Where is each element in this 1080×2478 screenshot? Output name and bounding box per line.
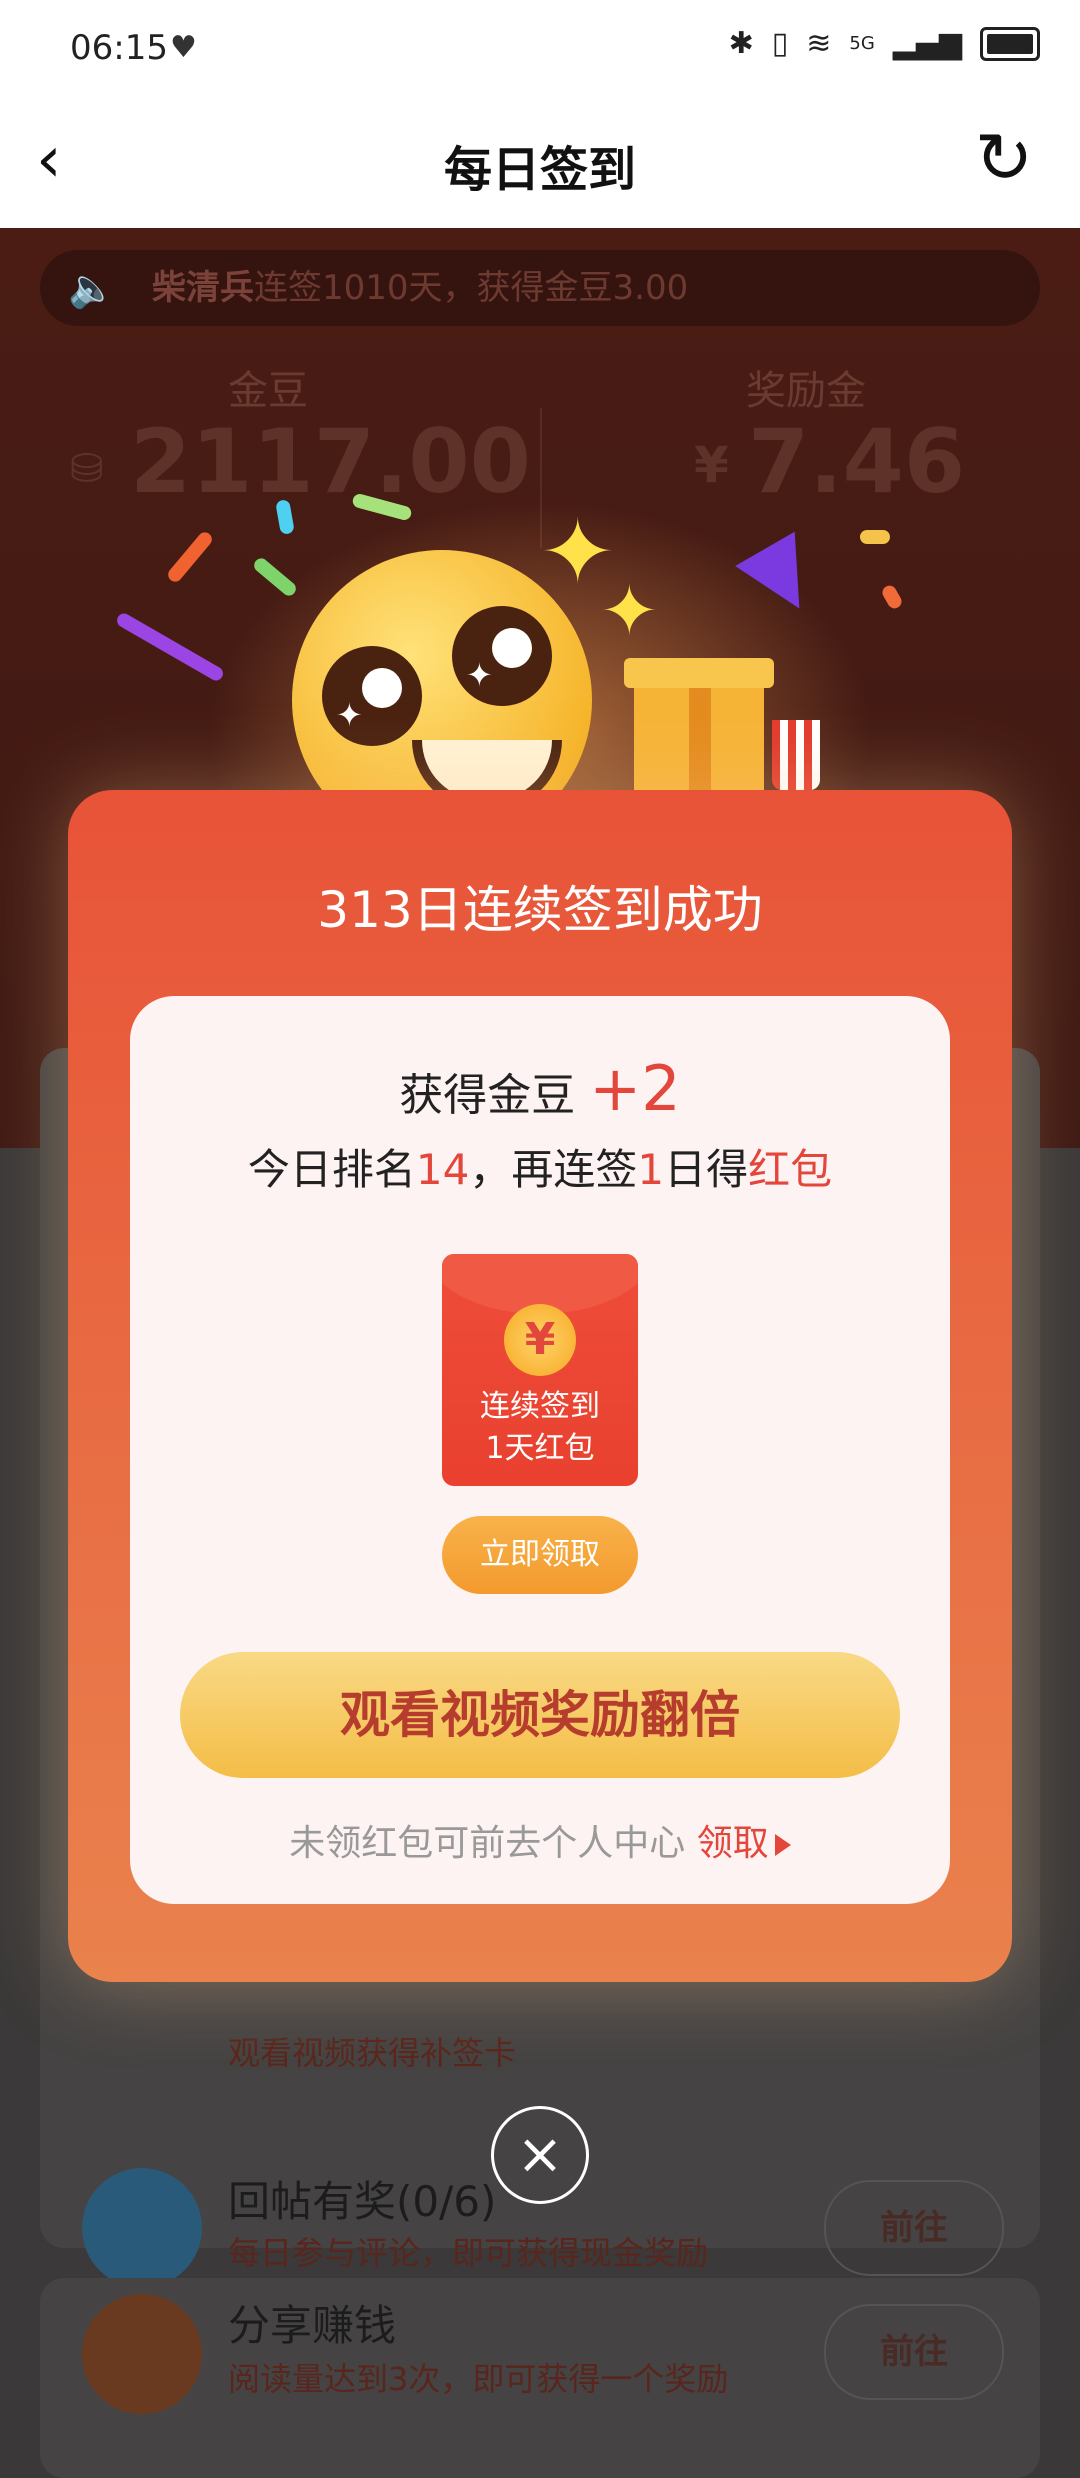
days-suffix: 日得 xyxy=(664,1145,749,1194)
status-bar: 06:15 ♥ ✱ ▯ ≋ 5G ▂▄▆ xyxy=(0,0,1080,100)
streak-days: 1 xyxy=(637,1145,665,1194)
reward-prefix: 获得金豆 xyxy=(399,1070,590,1121)
claim-now-button[interactable]: 立即领取 xyxy=(442,1516,638,1594)
eye: ✦ xyxy=(322,646,422,746)
play-arrow-icon xyxy=(774,1834,791,1856)
reward-line: 获得金豆 +2 xyxy=(130,1052,950,1125)
announcement-ticker: 🔈 柴清兵连签1010天，获得金豆3.00 xyxy=(40,250,1040,326)
eye: ✦ xyxy=(452,606,552,706)
comment-task-icon xyxy=(82,2168,202,2288)
speaker-icon: 🔈 xyxy=(68,266,116,310)
envelope-line-2: 1天红包 xyxy=(485,1431,595,1466)
checkin-success-dialog: 313日连续签到成功 获得金豆 +2 今日排名14，再连签1日得红包 ¥ 连续签… xyxy=(68,790,1012,1982)
close-icon[interactable]: × xyxy=(491,2106,589,2204)
reward-amount: +2 xyxy=(589,1052,681,1125)
popcorn-icon xyxy=(772,720,820,790)
task-title: 回帖有奖(0/6) xyxy=(228,2177,497,2226)
watch-video-double-button[interactable]: 观看视频奖励翻倍 xyxy=(180,1652,900,1778)
footer-link-label: 领取 xyxy=(696,1823,769,1864)
gift-box-icon xyxy=(624,658,774,800)
status-time: 06:15 xyxy=(70,28,168,68)
red-packet-label: 红包 xyxy=(748,1145,833,1194)
envelope-text: 连续签到 1天红包 xyxy=(442,1386,638,1470)
footer-claim-link[interactable]: 领取 xyxy=(697,1823,791,1864)
yuan-coin-icon: ¥ xyxy=(504,1304,576,1376)
share-task-icon xyxy=(82,2294,202,2414)
task-card: 分享赚钱 阅读量达到3次，即可获得一个奖励 前往 xyxy=(40,2278,1040,2478)
bonus-label: 奖励金 xyxy=(746,368,866,414)
refresh-icon[interactable]: ↻ xyxy=(964,118,1044,198)
task-desc: 阅读量达到3次，即可获得一个奖励 xyxy=(228,2360,729,2398)
wifi-icon: ≋ xyxy=(806,26,832,61)
ticker-message: 连签1010天，获得金豆3.00 xyxy=(254,268,689,308)
envelope-line-1: 连续签到 xyxy=(480,1389,600,1424)
ticker-text: 柴清兵连签1010天，获得金豆3.00 xyxy=(152,250,688,326)
dialog-body: 获得金豆 +2 今日排名14，再连签1日得红包 ¥ 连续签到 1天红包 立即领取… xyxy=(130,996,950,1904)
dialog-footer: 未领红包可前去个人中心 领取 xyxy=(130,1814,950,1866)
network-label: 5G xyxy=(849,33,875,54)
task-go-button[interactable]: 前往 xyxy=(824,2304,1004,2400)
status-icons: ✱ ▯ ≋ 5G ▂▄▆ xyxy=(729,26,1040,61)
heart-icon: ♥ xyxy=(170,30,197,65)
rank-mid: ，再连签 xyxy=(469,1145,638,1194)
vibrate-icon: ▯ xyxy=(771,26,789,61)
battery-icon xyxy=(980,26,1040,61)
sparkle-icon: ✦ xyxy=(600,570,659,652)
gold-label: 金豆 xyxy=(228,368,308,414)
page-title: 每日签到 xyxy=(443,142,636,198)
bluetooth-icon: ✱ xyxy=(728,26,754,61)
rank-prefix: 今日排名 xyxy=(247,1145,416,1194)
partial-task-desc: 观看视频获得补签卡 xyxy=(228,2034,517,2072)
footer-text: 未领红包可前去个人中心 xyxy=(289,1823,686,1864)
task-go-button[interactable]: 前往 xyxy=(824,2180,1004,2276)
ticker-name: 柴清兵 xyxy=(152,268,254,308)
task-title: 分享赚钱 xyxy=(228,2301,397,2350)
rank-line: 今日排名14，再连签1日得红包 xyxy=(130,1136,950,1197)
signal-icon: ▂▄▆ xyxy=(892,26,962,61)
confetti-icon xyxy=(860,530,890,544)
task-desc: 每日参与评论，即可获得现金奖励 xyxy=(228,2234,709,2272)
dialog-title: 313日连续签到成功 xyxy=(317,881,763,939)
red-envelope[interactable]: ¥ 连续签到 1天红包 xyxy=(442,1254,638,1486)
rank-number: 14 xyxy=(415,1145,470,1194)
celebration-decoration: ✦ ✦ ✦ ✦ ▼ xyxy=(0,480,1080,850)
nav-bar: ‹ 每日签到 ↻ xyxy=(0,100,1080,228)
